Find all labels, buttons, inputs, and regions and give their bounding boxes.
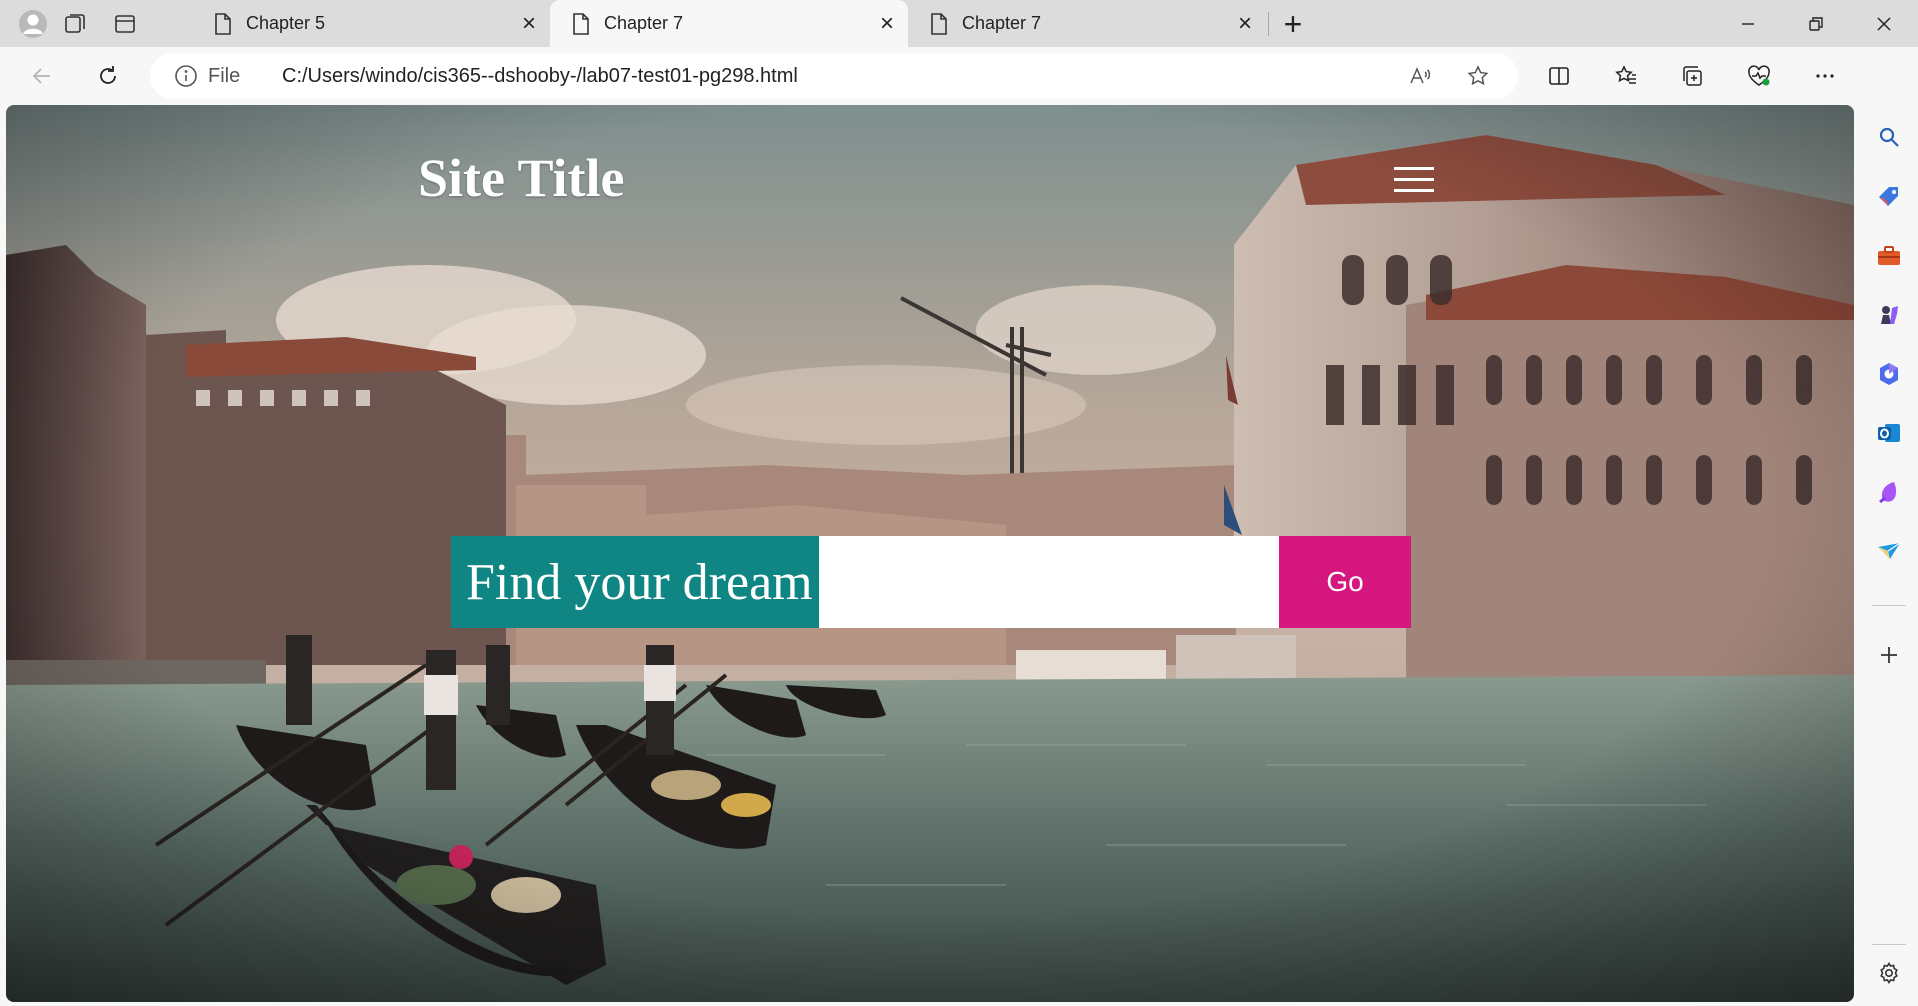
drop-icon[interactable] xyxy=(1869,472,1909,512)
address-bar[interactable]: File C:/Users/windo/cis365--dshooby-/lab… xyxy=(150,53,1518,99)
site-info-button[interactable]: File xyxy=(174,64,240,88)
go-button[interactable]: Go xyxy=(1279,536,1411,628)
close-tab-icon[interactable]: × xyxy=(522,12,536,36)
search-form: Find your dream Go xyxy=(451,536,1411,628)
edge-sidebar xyxy=(1860,47,1918,1006)
new-tab-button[interactable]: + xyxy=(1272,6,1314,42)
add-icon[interactable] xyxy=(1869,635,1909,675)
browser-essentials-icon[interactable] xyxy=(1737,55,1781,97)
settings-icon[interactable] xyxy=(1869,953,1909,993)
favorite-star-icon[interactable] xyxy=(1458,57,1498,95)
more-options-icon[interactable] xyxy=(1803,55,1847,97)
outlook-icon[interactable] xyxy=(1869,413,1909,453)
favorites-icon[interactable] xyxy=(1604,55,1648,97)
profile-avatar-icon[interactable] xyxy=(12,6,54,42)
workspaces-icon[interactable] xyxy=(54,6,96,42)
document-icon xyxy=(930,12,948,35)
tab-chapter-5[interactable]: Chapter 5 × xyxy=(192,0,550,47)
tab-separator xyxy=(1268,12,1269,36)
browser-toolbar: File C:/Users/windo/cis365--dshooby-/lab… xyxy=(0,47,1918,105)
tab-chapter-7[interactable]: Chapter 7 × xyxy=(908,0,1266,47)
collections-icon[interactable] xyxy=(1670,55,1714,97)
tag-icon[interactable] xyxy=(1869,177,1909,217)
close-window-button[interactable] xyxy=(1850,0,1918,47)
close-tab-icon[interactable]: × xyxy=(1238,12,1252,36)
tab-strip: Chapter 5 × Chapter 7 × Chapter 7 × + xyxy=(0,0,1918,47)
tab-chapter-7-active[interactable]: Chapter 7 × xyxy=(550,0,908,47)
chess-icon[interactable] xyxy=(1869,295,1909,335)
back-button[interactable] xyxy=(20,55,64,97)
read-aloud-icon[interactable] xyxy=(1400,57,1440,95)
url-text[interactable]: C:/Users/windo/cis365--dshooby-/lab07-te… xyxy=(282,65,798,88)
copilot-icon[interactable] xyxy=(1869,354,1909,394)
document-icon xyxy=(214,12,232,35)
site-title[interactable]: Site Title xyxy=(418,147,625,209)
scheme-label: File xyxy=(208,64,241,87)
split-screen-icon[interactable] xyxy=(1537,55,1581,97)
tab-title: Chapter 7 xyxy=(962,13,1042,33)
toolbox-icon[interactable] xyxy=(1869,236,1909,276)
sidebar-divider xyxy=(1872,944,1906,945)
tab-title: Chapter 5 xyxy=(246,13,326,33)
search-icon[interactable] xyxy=(1869,117,1909,157)
info-icon xyxy=(175,65,197,87)
hamburger-menu-icon[interactable] xyxy=(1394,167,1434,197)
sidebar-divider xyxy=(1872,605,1906,606)
tab-title: Chapter 7 xyxy=(604,13,684,33)
search-input[interactable] xyxy=(819,536,1279,628)
refresh-button[interactable] xyxy=(86,55,130,97)
vertical-tabs-icon[interactable] xyxy=(104,6,146,42)
send-icon[interactable] xyxy=(1869,531,1909,571)
document-icon xyxy=(572,12,590,35)
page-viewport: Site Title Find your dream Go xyxy=(6,105,1854,1002)
search-label: Find your dream xyxy=(451,536,819,628)
restore-button[interactable] xyxy=(1782,0,1850,47)
minimize-button[interactable] xyxy=(1714,0,1782,47)
close-tab-icon[interactable]: × xyxy=(880,12,894,36)
